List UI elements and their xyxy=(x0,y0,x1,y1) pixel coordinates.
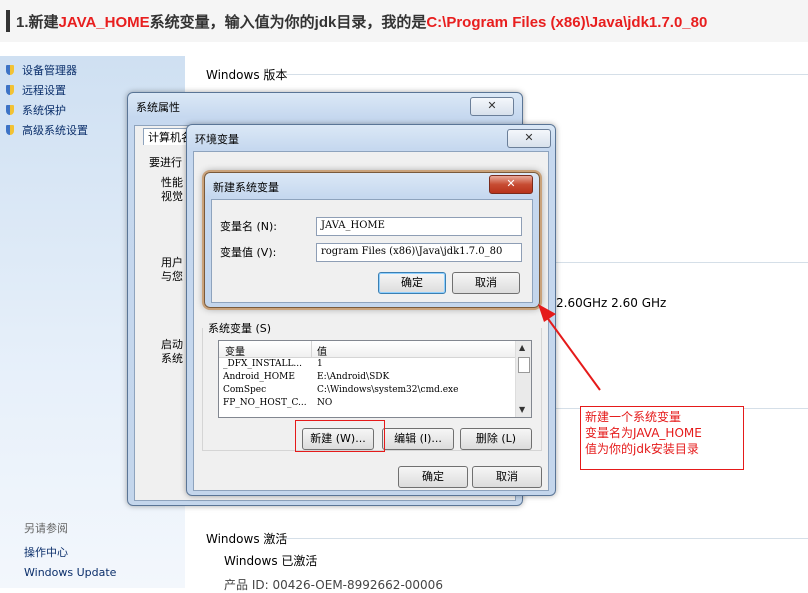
shield-icon xyxy=(6,105,14,115)
static-text: 视觉 xyxy=(161,190,183,203)
column-divider xyxy=(311,341,312,357)
static-text: 与您 xyxy=(161,270,183,283)
list-item[interactable]: ComSpec C:\Windows\system32\cmd.exe xyxy=(219,385,515,397)
dialog-title: 环境变量 xyxy=(195,133,239,146)
ok-button[interactable]: 确定 xyxy=(378,272,446,294)
annotation-note: 新建一个系统变量 变量名为JAVA_HOME 值为你的jdk安装目录 xyxy=(580,406,744,470)
system-vars-list[interactable]: 变量 值 _DFX_INSTALL... 1 Android_HOME E:\And… xyxy=(218,340,532,418)
sidebar-item-label: 设备管理器 xyxy=(22,64,77,77)
shield-icon xyxy=(6,125,14,135)
scroll-down-icon[interactable]: ▼ xyxy=(519,405,525,414)
dialog-title: 新建系统变量 xyxy=(213,181,279,194)
dialog-title: 系统属性 xyxy=(136,101,180,114)
var-value: E:\Android\SDK xyxy=(317,372,390,382)
var-name: Android_HOME xyxy=(223,372,295,382)
column-header-value[interactable]: 值 xyxy=(317,343,327,358)
activated-status: Windows 已激活 xyxy=(224,554,318,568)
link-action-center[interactable]: 操作中心 xyxy=(24,544,68,560)
ok-button[interactable]: 确定 xyxy=(398,466,468,488)
variable-name-input[interactable]: JAVA_HOME xyxy=(316,217,522,236)
column-header-name[interactable]: 变量 xyxy=(225,343,245,358)
dialog-client: 变量名 (N): JAVA_HOME 变量值 (V): rogram Files… xyxy=(211,199,533,303)
sidebar-item-device-manager[interactable]: 设备管理器 xyxy=(6,62,77,80)
var-name: ComSpec xyxy=(223,385,267,395)
static-text: 系统 xyxy=(161,352,183,365)
product-id: 产品 ID: 00426-OEM-8992662-00006 xyxy=(224,578,443,592)
list-item[interactable]: _DFX_INSTALL... 1 xyxy=(219,359,515,371)
scroll-up-icon[interactable]: ▲ xyxy=(519,343,525,352)
link-windows-update[interactable]: Windows Update xyxy=(24,566,116,579)
variable-value-label: 变量值 (V): xyxy=(220,246,277,259)
delete-variable-button[interactable]: 删除 (L) xyxy=(460,428,532,450)
list-item[interactable]: FP_NO_HOST_C... NO xyxy=(219,398,515,408)
new-system-variable-dialog: 新建系统变量 ✕ 变量名 (N): JAVA_HOME 变量值 (V): rog… xyxy=(204,172,540,308)
highlight-box xyxy=(295,420,385,452)
heading-var: JAVA_HOME xyxy=(58,14,150,31)
close-icon[interactable]: ✕ xyxy=(507,129,551,148)
arrow-icon xyxy=(538,304,601,391)
var-value: 1 xyxy=(317,359,323,369)
sidebar-item-label: 远程设置 xyxy=(22,84,66,97)
edit-variable-button[interactable]: 编辑 (I)... xyxy=(382,428,454,450)
activation-label: Windows 激活 xyxy=(206,532,288,546)
see-also-label: 另请参阅 xyxy=(24,522,68,535)
close-icon[interactable]: ✕ xyxy=(489,175,533,194)
note-line: 变量名为JAVA_HOME xyxy=(585,426,702,440)
sidebar-item-label: 高级系统设置 xyxy=(22,124,88,137)
heading-path: C:\Program Files (x86)\Java\jdk1.7.0_80 xyxy=(426,14,708,31)
heading-bar xyxy=(6,10,10,32)
heading-text: 1.新建JAVA_HOME系统变量，输入值为你的jdk目录，我的是C:\Prog… xyxy=(16,11,707,32)
heading-prefix: 1.新建 xyxy=(16,14,59,31)
heading-middle: 系统变量，输入值为你的jdk目录，我的是 xyxy=(149,14,427,31)
note-line: 值为你的jdk安装目录 xyxy=(585,442,699,456)
scroll-thumb[interactable] xyxy=(518,357,530,373)
var-name: FP_NO_HOST_C... xyxy=(223,398,307,408)
static-text: 要进行 xyxy=(149,156,182,169)
var-name: _DFX_INSTALL... xyxy=(223,359,303,369)
var-value: C:\Windows\system32\cmd.exe xyxy=(317,385,459,395)
article-heading: 1.新建JAVA_HOME系统变量，输入值为你的jdk目录，我的是C:\Prog… xyxy=(0,0,808,42)
sidebar-item-protection[interactable]: 系统保护 xyxy=(6,102,66,120)
sidebar-item-remote[interactable]: 远程设置 xyxy=(6,82,66,100)
divider xyxy=(548,262,808,263)
sidebar-item-advanced[interactable]: 高级系统设置 xyxy=(6,122,88,140)
windows-edition-label: Windows 版本 xyxy=(206,68,288,82)
cancel-button[interactable]: 取消 xyxy=(472,466,542,488)
var-value: NO xyxy=(317,398,333,408)
shield-icon xyxy=(6,65,14,75)
shield-icon xyxy=(6,85,14,95)
note-line: 新建一个系统变量 xyxy=(585,410,682,424)
divider xyxy=(286,74,808,75)
cancel-button[interactable]: 取消 xyxy=(452,272,520,294)
variable-name-label: 变量名 (N): xyxy=(220,220,278,233)
list-scrollbar[interactable]: ▲ ▼ xyxy=(515,341,531,417)
sidebar-item-label: 系统保护 xyxy=(22,104,66,117)
divider xyxy=(284,538,808,539)
list-item[interactable]: Android_HOME E:\Android\SDK xyxy=(219,372,515,384)
close-icon[interactable]: ✕ xyxy=(470,97,514,116)
variable-value-input[interactable]: rogram Files (x86)\Java\jdk1.7.0_80 xyxy=(316,243,522,262)
list-header: 变量 值 xyxy=(219,341,515,358)
